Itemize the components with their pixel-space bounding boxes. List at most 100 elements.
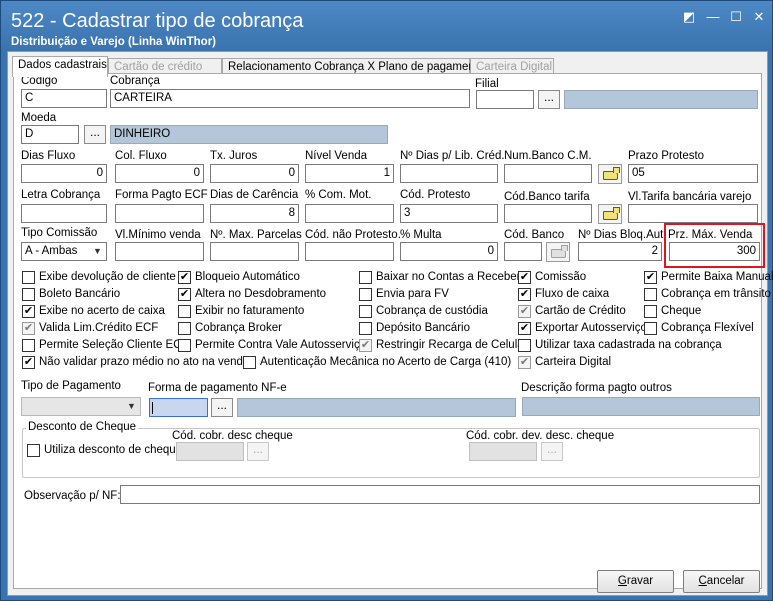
exibir-faturamento-checkbox[interactable]: Exibir no faturamento xyxy=(178,305,304,318)
checkbox-box[interactable] xyxy=(178,305,191,318)
checkbox-box[interactable] xyxy=(644,305,657,318)
cheque-checkbox[interactable]: Cheque xyxy=(644,305,701,318)
prazo-protesto-input[interactable]: 05 xyxy=(628,164,758,183)
dias-carencia-input[interactable]: 8 xyxy=(210,204,299,223)
cod-banco-tarifa-input[interactable] xyxy=(504,204,592,223)
check-icon[interactable]: ✔ xyxy=(518,305,531,318)
cancelar-button[interactable]: Cancelar xyxy=(683,570,760,593)
cobranca-flexivel-checkbox[interactable]: Cobrança Flexível xyxy=(644,322,754,335)
cod-banco-input[interactable] xyxy=(504,242,542,261)
check-icon[interactable]: ✔ xyxy=(22,322,35,335)
prz-max-venda-input[interactable]: 300 xyxy=(669,242,760,261)
utiliza-desconto-cheque-checkbox[interactable]: Utiliza desconto de cheque xyxy=(27,444,182,457)
checkbox-box[interactable] xyxy=(644,288,657,301)
checkbox-box[interactable] xyxy=(178,322,191,335)
multa-input[interactable]: 0 xyxy=(400,242,498,261)
altera-desdobramento-checkbox[interactable]: ✔ Altera no Desdobramento xyxy=(178,288,326,301)
permite-contra-vale-checkbox[interactable]: Permite Contra Vale Autosserviço xyxy=(178,339,366,352)
letra-cobranca-input[interactable] xyxy=(21,204,107,223)
filial-search-button[interactable]: ... xyxy=(538,90,560,109)
checkbox-box[interactable] xyxy=(178,339,191,352)
checkbox-box[interactable] xyxy=(27,444,40,457)
check-icon[interactable]: ✔ xyxy=(178,271,191,284)
cod-nao-protesto-input[interactable] xyxy=(305,242,394,261)
nao-validar-prazo-checkbox[interactable]: ✔ Não validar prazo médio no ato na venda xyxy=(22,356,249,369)
check-icon[interactable]: ✔ xyxy=(359,339,372,352)
nr-dias-bloq-input[interactable]: 2 xyxy=(578,242,662,261)
checkbox-box[interactable] xyxy=(359,322,372,335)
envia-fv-checkbox[interactable]: Envia para FV xyxy=(359,288,449,301)
forma-pagamento-nfe-input[interactable] xyxy=(149,398,208,417)
forma-pagto-ecf-input[interactable] xyxy=(115,204,204,223)
dias-fluxo-input[interactable]: 0 xyxy=(21,164,107,183)
check-icon[interactable]: ✔ xyxy=(22,305,35,318)
cobranca-broker-checkbox[interactable]: Cobrança Broker xyxy=(178,322,282,335)
check-icon[interactable]: ✔ xyxy=(518,356,531,369)
observacao-input[interactable] xyxy=(120,485,760,504)
codigo-input[interactable]: C xyxy=(21,89,107,108)
permite-baixa-manual-checkbox[interactable]: ✔ Permite Baixa Manual xyxy=(644,271,773,284)
check-icon[interactable]: ✔ xyxy=(22,356,35,369)
checkbox-box[interactable] xyxy=(22,288,35,301)
cod-dev-cheque-input[interactable] xyxy=(469,442,537,461)
checkbox-box[interactable] xyxy=(359,271,372,284)
restore-icon[interactable]: ◩ xyxy=(682,10,696,23)
maximize-icon[interactable]: ☐ xyxy=(729,10,743,23)
cod-banco-search-button[interactable] xyxy=(546,242,570,262)
tab-dados-cadastrais[interactable]: Dados cadastrais xyxy=(12,56,108,77)
title-bar[interactable]: 522 - Cadastrar tipo de cobrança Distrib… xyxy=(1,1,772,51)
vl-tarifa-input[interactable] xyxy=(628,204,758,223)
cobranca-transito-checkbox[interactable]: Cobrança em trânsito xyxy=(644,288,771,301)
checkbox-box[interactable] xyxy=(22,339,35,352)
checkbox-box[interactable] xyxy=(644,322,657,335)
exportar-autosservico-checkbox[interactable]: ✔ Exportar Autosserviço xyxy=(518,322,647,335)
autenticacao-mecanica-checkbox[interactable]: Autenticação Mecânica no Acerto de Carga… xyxy=(243,356,511,369)
chevron-down-icon[interactable]: ▼ xyxy=(124,399,139,414)
cobranca-input[interactable]: CARTEIRA xyxy=(110,89,470,108)
checkbox-box[interactable] xyxy=(22,271,35,284)
moeda-search-button[interactable]: ... xyxy=(84,125,106,144)
check-icon[interactable]: ✔ xyxy=(178,288,191,301)
checkbox-box[interactable] xyxy=(243,356,256,369)
filial-input[interactable] xyxy=(476,90,534,109)
checkbox-box[interactable] xyxy=(359,288,372,301)
tipo-pagamento-select[interactable]: ▼ xyxy=(21,397,141,416)
gravar-button[interactable]: Gravar xyxy=(597,570,674,593)
checkbox-box[interactable] xyxy=(359,305,372,318)
cobranca-custodia-checkbox[interactable]: Cobrança de custódia xyxy=(359,305,488,318)
descricao-forma-outros-input[interactable] xyxy=(522,397,760,416)
boleto-bancario-checkbox[interactable]: Boleto Bancário xyxy=(22,288,120,301)
valida-lim-credito-checkbox[interactable]: ✔ Valida Lim.Crédito ECF xyxy=(22,322,158,335)
cod-dev-cheque-search-button[interactable]: ... xyxy=(541,442,563,461)
num-banco-cm-search-button[interactable] xyxy=(598,164,622,184)
restringir-recarga-checkbox[interactable]: ✔ Restringir Recarga de Celular xyxy=(359,339,527,352)
minimize-icon[interactable]: — xyxy=(706,10,720,23)
utilizar-taxa-checkbox[interactable]: Utilizar taxa cadastrada na cobrança xyxy=(518,339,722,352)
cod-protesto-input[interactable]: 3 xyxy=(400,204,498,223)
chevron-down-icon[interactable]: ▼ xyxy=(90,244,105,259)
comissao-checkbox[interactable]: ✔ Comissão xyxy=(518,271,586,284)
exibe-devolucao-checkbox[interactable]: Exibe devolução de cliente xyxy=(22,271,176,284)
permite-selecao-cliente-checkbox[interactable]: Permite Seleção Cliente ECF xyxy=(22,339,189,352)
deposito-bancario-checkbox[interactable]: Depósito Bancário xyxy=(359,322,470,335)
forma-pagamento-search-button[interactable]: ... xyxy=(211,398,233,417)
checkbox-box[interactable] xyxy=(518,339,531,352)
check-icon[interactable]: ✔ xyxy=(518,271,531,284)
check-icon[interactable]: ✔ xyxy=(518,288,531,301)
baixar-contas-checkbox[interactable]: Baixar no Contas a Receber xyxy=(359,271,520,284)
close-icon[interactable]: ✕ xyxy=(752,10,766,23)
cartao-credito-checkbox[interactable]: ✔ Cartão de Crédito xyxy=(518,305,626,318)
vl-minimo-venda-input[interactable] xyxy=(115,242,204,261)
cod-desc-cheque-input[interactable] xyxy=(176,442,244,461)
com-mot-input[interactable] xyxy=(305,204,394,223)
tx-juros-input[interactable]: 0 xyxy=(210,164,299,183)
nivel-venda-input[interactable]: 1 xyxy=(305,164,394,183)
num-banco-cm-input[interactable] xyxy=(504,164,592,183)
fluxo-caixa-checkbox[interactable]: ✔ Fluxo de caixa xyxy=(518,288,609,301)
check-icon[interactable]: ✔ xyxy=(644,271,657,284)
cod-desc-cheque-search-button[interactable]: ... xyxy=(247,442,269,461)
carteira-digital-checkbox[interactable]: ✔ Carteira Digital xyxy=(518,356,611,369)
nr-dias-lib-input[interactable] xyxy=(400,164,498,183)
col-fluxo-input[interactable]: 0 xyxy=(115,164,204,183)
cod-banco-tarifa-search-button[interactable] xyxy=(598,204,622,224)
